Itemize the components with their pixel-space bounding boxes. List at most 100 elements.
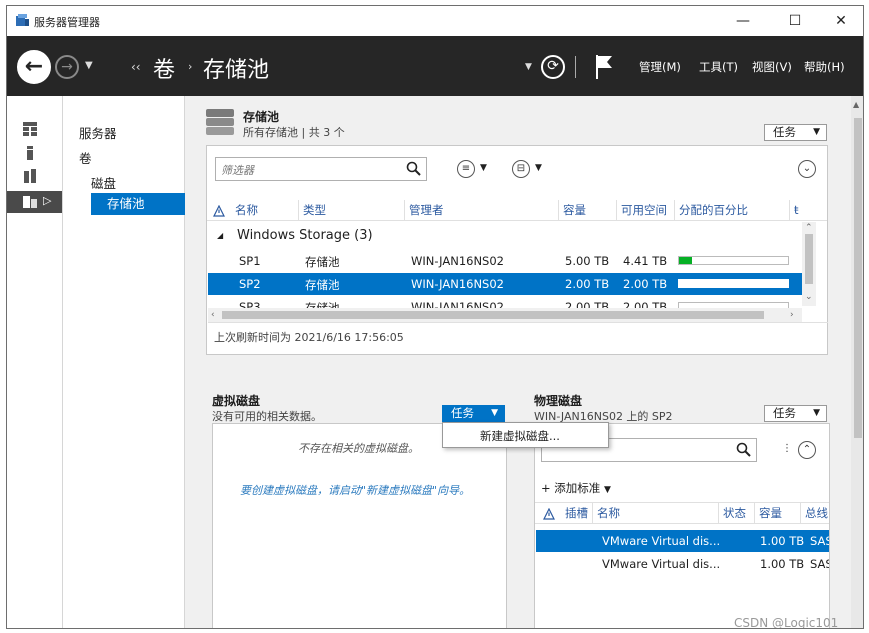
save-icon: ⊟ [516,163,526,174]
scroll-thumb[interactable] [222,311,764,319]
maximize-button[interactable]: ☐ [776,10,814,32]
arrow-left-icon: ← [24,54,44,79]
physical-disks-panel: ⋮ ⌃ + 添加标准 ▼ 插槽 名称 状态 容量 总线 VMware Virtu… [534,423,830,628]
breadcrumb-separator: › [188,60,193,73]
scroll-up-icon[interactable]: ▲ [853,100,859,109]
cell-name: SP1 [239,254,261,268]
all-servers-icon[interactable] [23,169,37,183]
search-icon[interactable] [736,442,751,457]
tasks-label: 任务 [451,406,474,420]
add-criteria-button[interactable]: + 添加标准 ▼ [541,480,611,496]
search-icon[interactable] [406,161,421,176]
breadcrumb-root-arrows[interactable]: ‹‹ [131,60,141,74]
column-type[interactable]: 类型 [299,200,405,221]
divider [208,322,828,323]
back-button[interactable]: ← [17,50,51,84]
column-more[interactable]: ŧ [790,200,810,221]
file-storage-icon [23,196,37,208]
more-vertical-icon: ⋮ [782,443,792,454]
menu-tools[interactable]: 工具(T) [699,59,738,75]
menu-view[interactable]: 视图(V) [752,59,792,75]
scroll-right-icon[interactable]: › [790,310,794,320]
column-allocated-percent[interactable]: 分配的百分比 [675,200,790,221]
vertical-scrollbar[interactable]: ▲ [851,96,863,628]
dropdown-arrow-icon: ▼ [813,408,820,418]
physical-disks-tasks-button[interactable]: 任务 ▼ [764,405,827,422]
menu-help[interactable]: 帮助(H) [804,59,845,75]
physical-disk-row[interactable]: VMware Virtual dis... 1.00 TB SAS [536,553,829,575]
column-name[interactable]: 名称 [231,200,299,221]
collapse-triangle-icon[interactable]: ◢ [217,231,223,240]
virtual-disks-tasks-button[interactable]: 任务 ▼ [442,405,505,422]
menu-item-new-virtual-disk[interactable]: 新建虚拟磁盘... [480,429,560,443]
pool-row[interactable]: SP2 存储池 WIN-JAN16NS02 2.00 TB 2.00 TB [208,273,802,295]
physical-disks-title: 物理磁盘 [534,394,583,408]
scroll-thumb[interactable] [854,118,862,438]
column-capacity[interactable]: 容量 [559,200,617,221]
notifications-flag-icon[interactable] [595,54,615,80]
add-criteria-label: 添加标准 [554,481,601,495]
list-icon: ≡ [461,163,471,174]
save-query-button[interactable]: ⊟ [512,160,530,178]
nav-item-storage-pools[interactable]: 存储池 [91,193,199,215]
minimize-button[interactable]: — [724,10,762,32]
warning-icon[interactable] [213,205,225,217]
cell-manager: WIN-JAN16NS02 [411,254,504,268]
cell-capacity: 1.00 TB [760,534,805,548]
arrow-right-icon: → [61,59,73,75]
scroll-up-icon[interactable]: ⌃ [805,223,813,233]
breadcrumb-volumes[interactable]: 卷 [153,52,175,84]
column-bus[interactable]: 总线 [801,503,829,524]
storage-pools-title: 存储池 [243,110,280,124]
physical-disks-options-button[interactable]: ⋮ [778,441,796,459]
column-manager[interactable]: 管理者 [405,200,559,221]
nav-item-servers[interactable]: 服务器 [79,123,117,142]
collapse-button[interactable]: ⌄ [798,160,816,178]
expand-button[interactable]: ⌃ [798,441,816,459]
filter-options-dropdown-icon[interactable]: ▼ [480,163,487,173]
dashboard-icon[interactable] [23,122,37,136]
empty-message: 不存在相关的虚拟磁盘。 [298,442,419,455]
storage-pools-tasks-button[interactable]: 任务 ▼ [764,124,827,141]
scroll-left-icon[interactable]: ‹ [211,310,215,320]
allocation-bar-fill [679,257,693,264]
scroll-down-icon[interactable]: ⌄ [805,292,813,302]
column-capacity[interactable]: 容量 [755,503,801,524]
close-button[interactable]: ✕ [822,10,860,32]
create-virtual-disk-hint[interactable]: 要创建虚拟磁盘，请启动"新建虚拟磁盘"向导。 [240,482,470,498]
column-slot[interactable]: 插槽 [561,503,593,524]
storage-pools-subtitle: 所有存储池 | 共 3 个 [243,126,345,139]
cell-type: 存储池 [305,278,340,292]
pools-vertical-scrollbar[interactable]: ⌃ ⌄ [802,222,816,306]
pools-horizontal-scrollbar[interactable]: ‹ › [208,308,802,322]
pool-row[interactable]: SP1 存储池 WIN-JAN16NS02 5.00 TB 4.41 TB [208,250,802,272]
chevron-up-icon: ⌃ [802,444,812,455]
storage-pool-icon [206,109,234,135]
history-dropdown-icon[interactable]: ▼ [85,60,93,71]
column-status[interactable]: 状态 [719,503,755,524]
warning-icon[interactable] [543,508,555,520]
save-query-dropdown-icon[interactable]: ▼ [535,163,542,173]
menu-manage[interactable]: 管理(M) [639,59,681,75]
column-name[interactable]: 名称 [593,503,719,524]
rail-selected-file-storage[interactable]: ▷ [7,191,62,213]
column-free-space[interactable]: 可用空间 [617,200,675,221]
cell-manager: WIN-JAN16NS02 [411,277,504,291]
nav-item-volumes[interactable]: 卷 [79,148,92,167]
scroll-thumb[interactable] [805,234,813,284]
navigation-panel: 服务器 卷 磁盘 存储池 [63,96,199,628]
filter-options-button[interactable]: ≡ [457,160,475,178]
storage-pools-filter[interactable]: 筛选器 [215,157,427,181]
group-label: Windows Storage (3) [237,228,373,243]
forward-button[interactable]: → [55,55,79,79]
nav-item-disks[interactable]: 磁盘 [91,173,116,192]
physical-disk-row[interactable]: VMware Virtual dis... 1.00 TB SAS [536,530,829,552]
local-server-icon[interactable] [23,146,37,160]
watermark: CSDN @Logic101 [734,616,839,629]
cell-bus: SAS [810,557,829,571]
breadcrumb-dropdown-icon[interactable]: ▼ [525,62,532,72]
refresh-button[interactable]: ⟳ [541,55,565,79]
cell-capacity: 1.00 TB [760,557,805,571]
refresh-icon: ⟳ [547,58,559,74]
cell-name: VMware Virtual dis... [602,534,721,548]
